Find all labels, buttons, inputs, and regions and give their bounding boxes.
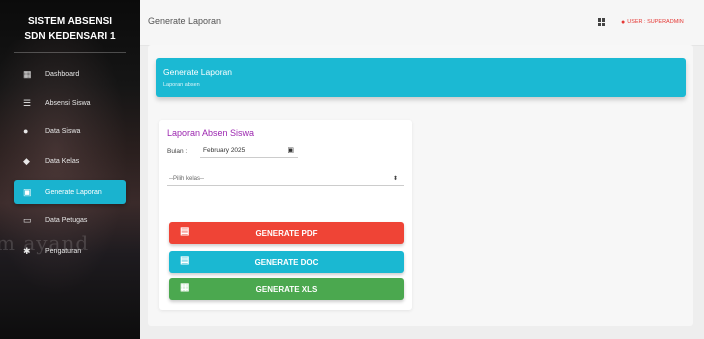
school-icon: ◆: [23, 155, 30, 166]
sidebar-item-label: Data Kelas: [45, 157, 80, 165]
user-menu[interactable]: ● USER : SUPERADMIN: [621, 19, 684, 26]
sidebar-item-label: Generate Laporan: [45, 188, 102, 196]
sidebar-item-pengaturan[interactable]: ✱ Pengaturan: [14, 239, 126, 263]
chevron-updown-icon: ⬍: [392, 176, 398, 182]
sidebar-divider: [14, 52, 126, 53]
report-header-card: Generate Laporan Laporan absen: [156, 58, 686, 97]
generate-doc-label: GENERATE DOC: [254, 258, 319, 267]
dashboard-icon: ▦: [23, 68, 32, 79]
sidebar-item-data-siswa[interactable]: ● Data Siswa: [14, 119, 126, 143]
user-label: USER : SUPERADMIN: [627, 19, 684, 25]
bulan-label: Bulan :: [167, 148, 188, 155]
monitor-icon: ▭: [23, 214, 32, 225]
printer-icon: ▣: [23, 186, 32, 197]
sidebar-item-data-kelas[interactable]: ◆ Data Kelas: [14, 149, 126, 173]
generate-doc-button[interactable]: ▤ GENERATE DOC: [169, 251, 404, 273]
app-title: SISTEM ABSENSI SDN KEDENSARI 1: [0, 14, 140, 44]
class-select-value: --Pilih kelas--: [169, 176, 205, 182]
sidebar-item-label: Dashboard: [45, 70, 80, 78]
app-title-line1: SISTEM ABSENSI: [27, 16, 113, 27]
calendar-icon[interactable]: ▣: [287, 144, 294, 158]
header-title: Generate Laporan: [163, 67, 232, 77]
top-navbar: Generate Laporan ● USER : SUPERADMIN: [140, 0, 704, 46]
generate-pdf-label: GENERATE PDF: [255, 229, 318, 238]
generate-xls-button[interactable]: ▦ GENERATE XLS: [169, 278, 404, 300]
generate-xls-label: GENERATE XLS: [255, 285, 318, 294]
form-title: Laporan Absen Siswa: [167, 128, 255, 138]
checklist-icon: ☰: [23, 97, 32, 108]
sidebar-item-label: Data Petugas: [45, 216, 88, 224]
sidebar-item-generate-laporan[interactable]: ▣ Generate Laporan: [14, 180, 126, 204]
sidebar-item-dashboard[interactable]: ▦ Dashboard: [14, 62, 126, 86]
class-select[interactable]: --Pilih kelas-- ⬍: [167, 172, 404, 186]
apps-grid-icon[interactable]: [598, 18, 606, 26]
sidebar: m ayand SISTEM ABSENSI SDN KEDENSARI 1 ▦…: [0, 0, 140, 339]
generate-pdf-button[interactable]: ▤ GENERATE PDF: [169, 222, 404, 244]
person-icon: ●: [621, 19, 626, 26]
sidebar-item-absensi-siswa[interactable]: ☰ Absensi Siswa: [14, 91, 126, 115]
month-input[interactable]: February 2025 ▣: [200, 144, 298, 158]
app-title-line2: SDN KEDENSARI 1: [24, 31, 116, 42]
report-form-panel: Laporan Absen Siswa Bulan : February 202…: [159, 120, 412, 310]
sidebar-item-label: Absensi Siswa: [45, 99, 91, 107]
sidebar-item-label: Data Siswa: [45, 127, 81, 135]
sidebar-item-label: Pengaturan: [45, 247, 82, 255]
header-subtitle: Laporan absen: [163, 82, 200, 88]
person-icon: ●: [23, 126, 29, 136]
sidebar-item-data-petugas[interactable]: ▭ Data Petugas: [14, 208, 126, 232]
month-value: February 2025: [203, 147, 246, 154]
gear-icon: ✱: [23, 245, 31, 256]
page-title: Generate Laporan: [148, 16, 222, 26]
